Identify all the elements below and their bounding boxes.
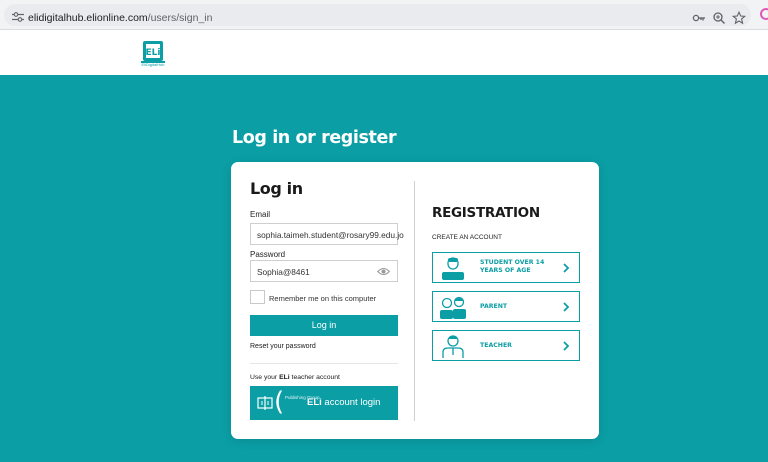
student-icon xyxy=(442,257,464,280)
registration-title: REGISTRATION xyxy=(432,205,540,221)
reset-password-link[interactable]: Reset your password xyxy=(250,343,316,350)
eli-account-login-button[interactable]: ( Publishing Group ELi account login xyxy=(250,386,398,420)
parent-label: PARENT xyxy=(480,303,508,310)
tune-icon[interactable] xyxy=(12,12,24,22)
chevron-right-icon xyxy=(563,263,570,273)
browser-toolbar: elidigitalhub.elionline.com/users/sign_i… xyxy=(0,0,768,30)
url-text[interactable]: elidigitalhub.elionline.com/users/sign_i… xyxy=(28,12,212,24)
email-field[interactable]: sophia.taimeh.student@rosary99.edu.jo xyxy=(250,223,404,245)
divider xyxy=(250,363,398,364)
svg-text:ELi: ELi xyxy=(146,48,161,58)
eli-account-login-label: ELi account login xyxy=(307,397,381,408)
zoom-icon[interactable] xyxy=(712,11,726,25)
email-label: Email xyxy=(250,210,271,219)
parent-icon xyxy=(440,296,466,319)
login-button[interactable]: Log in xyxy=(250,315,398,336)
column-divider xyxy=(414,181,415,421)
page-title: Log in or register xyxy=(232,128,397,148)
email-value: sophia.taimeh.student@rosary99.edu.jo xyxy=(257,230,404,240)
auth-card: Log in Email sophia.taimeh.student@rosar… xyxy=(231,162,599,439)
remember-label: Remember me on this computer xyxy=(269,294,377,303)
chevron-right-icon xyxy=(563,341,570,351)
address-bar[interactable]: elidigitalhub.elionline.com/users/sign_i… xyxy=(4,4,751,26)
eli-bracket-icon: ( xyxy=(274,387,285,417)
register-student-button[interactable]: STUDENT OVER 14 YEARS OF AGE xyxy=(432,252,580,283)
register-teacher-button[interactable]: TEACHER xyxy=(432,330,580,361)
teacher-icon xyxy=(442,335,464,358)
teacher-account-note: Use your ELi teacher account xyxy=(250,374,340,381)
chevron-right-icon xyxy=(563,302,570,312)
password-label: Password xyxy=(250,250,286,259)
password-field[interactable]: Sophia@8461 xyxy=(250,260,398,282)
login-title: Log in xyxy=(250,179,303,198)
key-icon[interactable] xyxy=(692,11,706,25)
password-value: Sophia@8461 xyxy=(257,267,310,277)
teacher-label: TEACHER xyxy=(480,342,512,349)
eye-icon[interactable] xyxy=(377,266,390,277)
logo-caption: EliDigitalHub xyxy=(141,62,165,67)
eli-group-icon xyxy=(257,396,273,410)
extension-icon[interactable] xyxy=(758,6,768,22)
remember-checkbox[interactable] xyxy=(250,290,265,304)
register-parent-button[interactable]: PARENT xyxy=(432,291,580,322)
registration-subtitle: CREATE AN ACCOUNT xyxy=(432,234,502,241)
site-header: ELi EliDigitalHub xyxy=(0,30,768,75)
student-label: STUDENT OVER 14 YEARS OF AGE xyxy=(480,259,545,274)
star-icon[interactable] xyxy=(731,10,747,25)
